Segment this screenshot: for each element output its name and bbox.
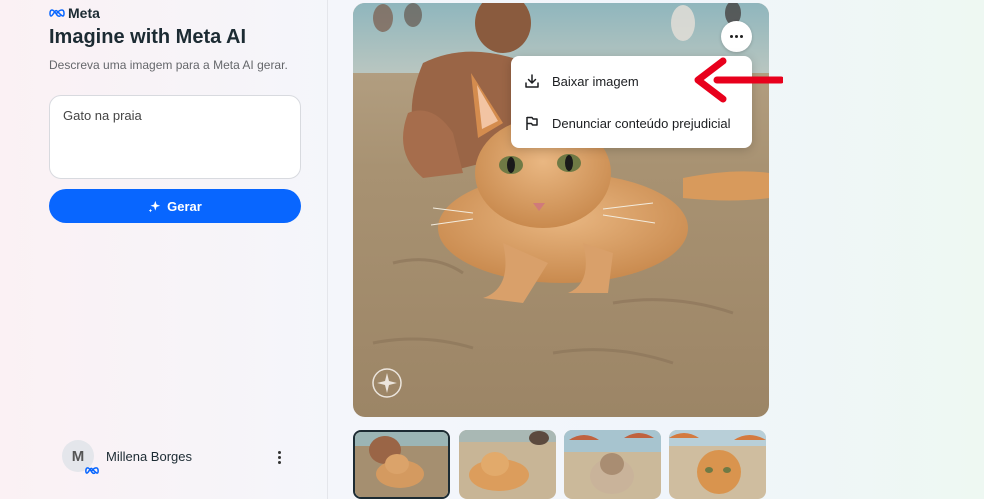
sidebar: Meta Imagine with Meta AI Descreva uma i… <box>0 0 328 499</box>
avatar-initial: M <box>71 447 85 465</box>
user-name: Millena Borges <box>106 448 192 464</box>
user-more-options-icon[interactable] <box>271 447 287 467</box>
meta-infinity-icon <box>49 9 65 17</box>
download-icon <box>525 74 539 88</box>
sparkle-icon <box>148 200 161 212</box>
meta-logo[interactable]: Meta <box>49 5 100 21</box>
page-title: Imagine with Meta AI <box>49 26 247 48</box>
prompt-input[interactable]: Gato na praia <box>49 95 301 179</box>
generate-button[interactable]: Gerar <box>49 189 301 223</box>
thumbnail-1[interactable] <box>353 430 450 499</box>
image-more-options-button[interactable] <box>721 21 752 52</box>
menu-item-label: Baixar imagem <box>552 73 639 89</box>
generate-button-label: Gerar <box>167 198 202 214</box>
meta-badge-icon <box>85 467 99 475</box>
flag-icon <box>526 116 538 130</box>
menu-item-label: Denunciar conteúdo prejudicial <box>552 115 731 131</box>
thumbnail-2[interactable] <box>459 430 556 499</box>
avatar: M <box>62 440 99 475</box>
thumbnail-4[interactable] <box>669 430 766 499</box>
user-profile[interactable]: M Millena Borges <box>62 440 192 475</box>
page-subtitle: Descreva uma imagem para a Meta AI gerar… <box>49 58 288 72</box>
thumbnail-3[interactable] <box>564 430 661 499</box>
meta-logo-text: Meta <box>68 5 100 21</box>
menu-item-report[interactable]: Denunciar conteúdo prejudicial <box>511 102 752 144</box>
imagine-watermark-icon <box>372 368 402 398</box>
annotation-arrow-icon <box>694 57 783 103</box>
